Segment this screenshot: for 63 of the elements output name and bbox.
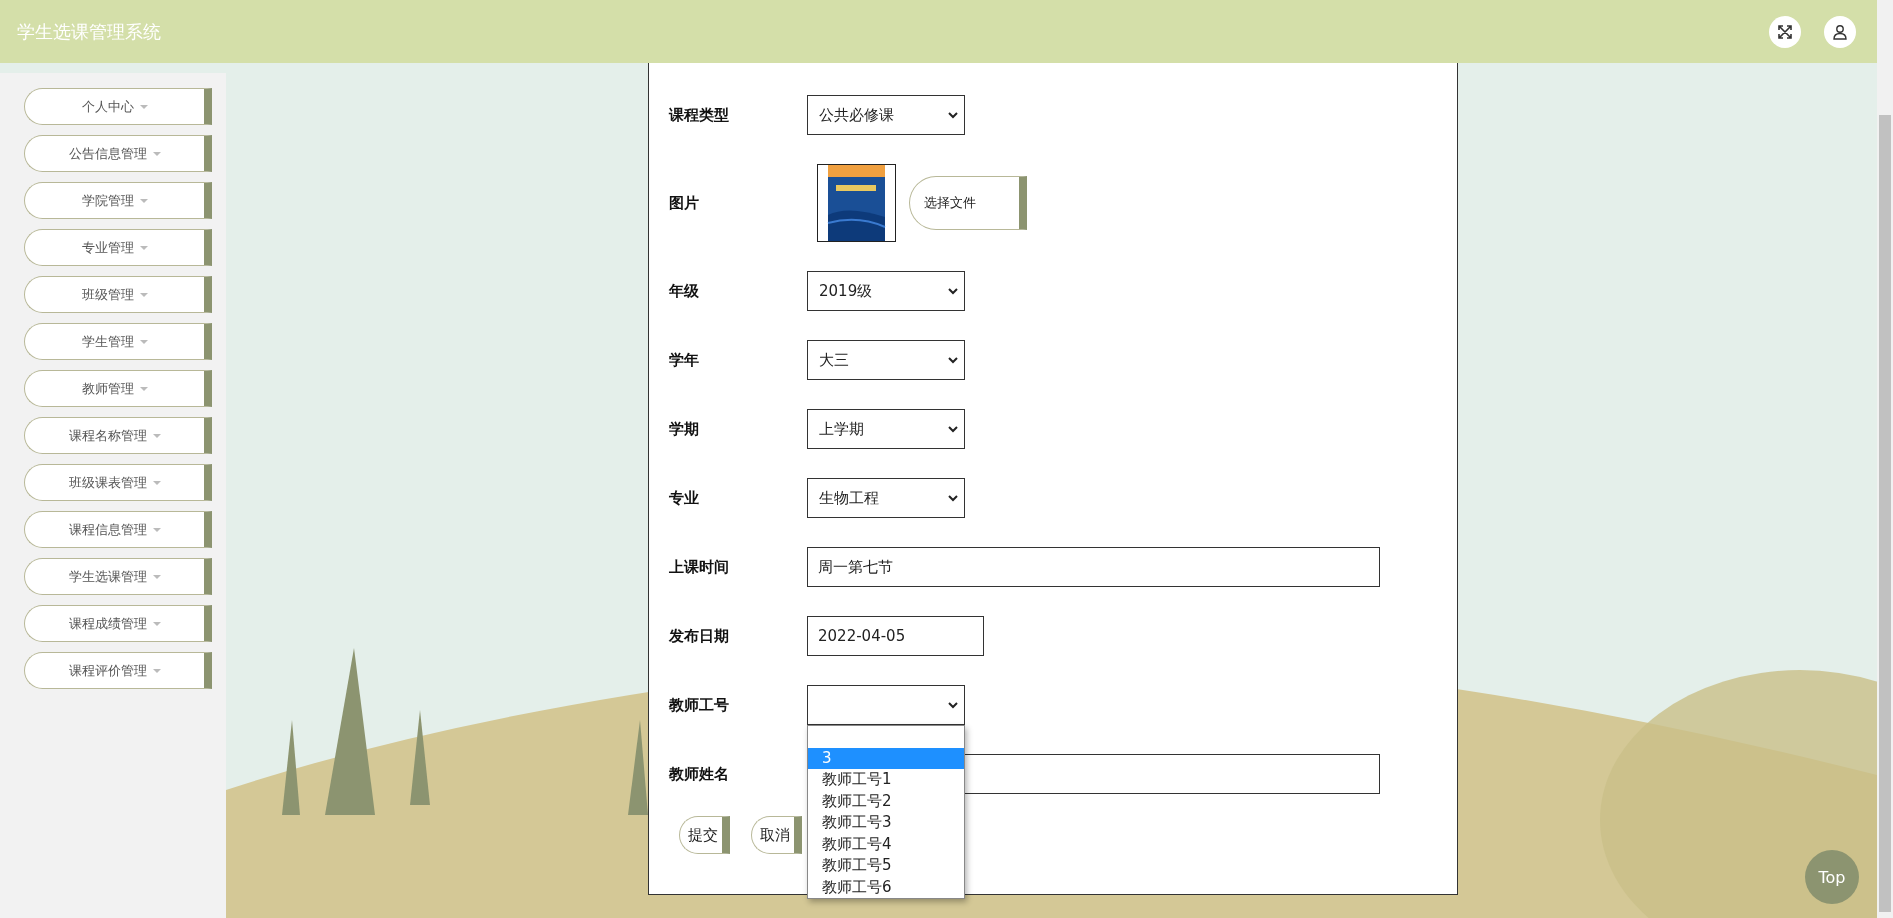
dropdown-option[interactable]: 教师工号1 — [808, 769, 964, 791]
caret-icon — [152, 151, 161, 156]
menu-item[interactable]: 学院管理 — [24, 182, 212, 219]
caret-icon — [152, 480, 161, 485]
menu-item[interactable]: 课程名称管理 — [24, 417, 212, 454]
field-label: 学年 — [669, 350, 700, 370]
caret-icon — [139, 339, 148, 344]
caret-icon — [152, 527, 161, 532]
menu-item[interactable]: 教师管理 — [24, 370, 212, 407]
dropdown-option[interactable]: 教师工号5 — [808, 855, 964, 877]
menu-item[interactable]: 学生管理 — [24, 323, 212, 360]
chevron-icon — [948, 425, 958, 433]
menu-item[interactable]: 课程评价管理 — [24, 652, 212, 689]
chevron-icon — [948, 111, 958, 119]
dropdown-option[interactable]: 教师工号3 — [808, 812, 964, 834]
caret-icon — [139, 198, 148, 203]
dropdown-option[interactable]: 教师工号2 — [808, 790, 964, 812]
caret-icon — [139, 292, 148, 297]
menu-item[interactable]: 专业管理 — [24, 229, 212, 266]
scrollbar[interactable] — [1877, 0, 1893, 918]
menu-item[interactable]: 个人中心 — [24, 88, 212, 125]
chevron-icon — [948, 287, 958, 295]
field-label: 教师工号 — [669, 695, 730, 715]
dropdown-option[interactable]: 教师工号4 — [808, 833, 964, 855]
chevron-icon — [948, 494, 958, 502]
field-label: 课程类型 — [669, 105, 730, 125]
caret-icon — [152, 433, 161, 438]
chevron-icon — [948, 356, 958, 364]
menu-item[interactable]: 学生选课管理 — [24, 558, 212, 595]
menu-item[interactable]: 课程信息管理 — [24, 511, 212, 548]
field-label: 年级 — [669, 281, 700, 301]
menu-item[interactable]: 课程成绩管理 — [24, 605, 212, 642]
user-icon[interactable] — [1824, 15, 1856, 48]
fullscreen-icon[interactable] — [1769, 15, 1801, 48]
caret-icon — [139, 245, 148, 250]
caret-icon — [139, 104, 148, 109]
select-field[interactable]: 生物工程 — [807, 478, 965, 518]
select-field[interactable]: 公共必修课 — [807, 95, 965, 135]
text-field[interactable]: 周一第七节 — [807, 547, 1380, 587]
date-field[interactable]: 2022-04-05 — [807, 616, 984, 656]
field-label: 学期 — [669, 419, 700, 439]
caret-icon — [139, 386, 148, 391]
caret-icon — [152, 668, 161, 673]
select-field[interactable] — [807, 685, 965, 725]
form-button[interactable]: 取消 — [751, 816, 802, 854]
menu-item[interactable]: 班级课表管理 — [24, 464, 212, 501]
menu-item[interactable]: 公告信息管理 — [24, 135, 212, 172]
select-field[interactable]: 大三 — [807, 340, 965, 380]
chevron-icon — [948, 701, 958, 709]
app-title: 学生选课管理系统 — [17, 19, 162, 44]
field-label: 发布日期 — [669, 626, 730, 646]
caret-icon — [152, 574, 161, 579]
field-label: 图片 — [669, 193, 700, 213]
caret-icon — [152, 621, 161, 626]
file-button[interactable]: 选择文件 — [909, 176, 1027, 230]
menu-item[interactable]: 班级管理 — [24, 276, 212, 313]
form-button[interactable]: 提交 — [679, 816, 730, 854]
select-field[interactable]: 上学期 — [807, 409, 965, 449]
dropdown-option[interactable]: 教师工号6 — [808, 876, 964, 898]
field-label: 专业 — [669, 488, 700, 508]
field-label: 教师姓名 — [669, 764, 730, 784]
select-field[interactable]: 2019级 — [807, 271, 965, 311]
field-label: 上课时间 — [669, 557, 730, 577]
